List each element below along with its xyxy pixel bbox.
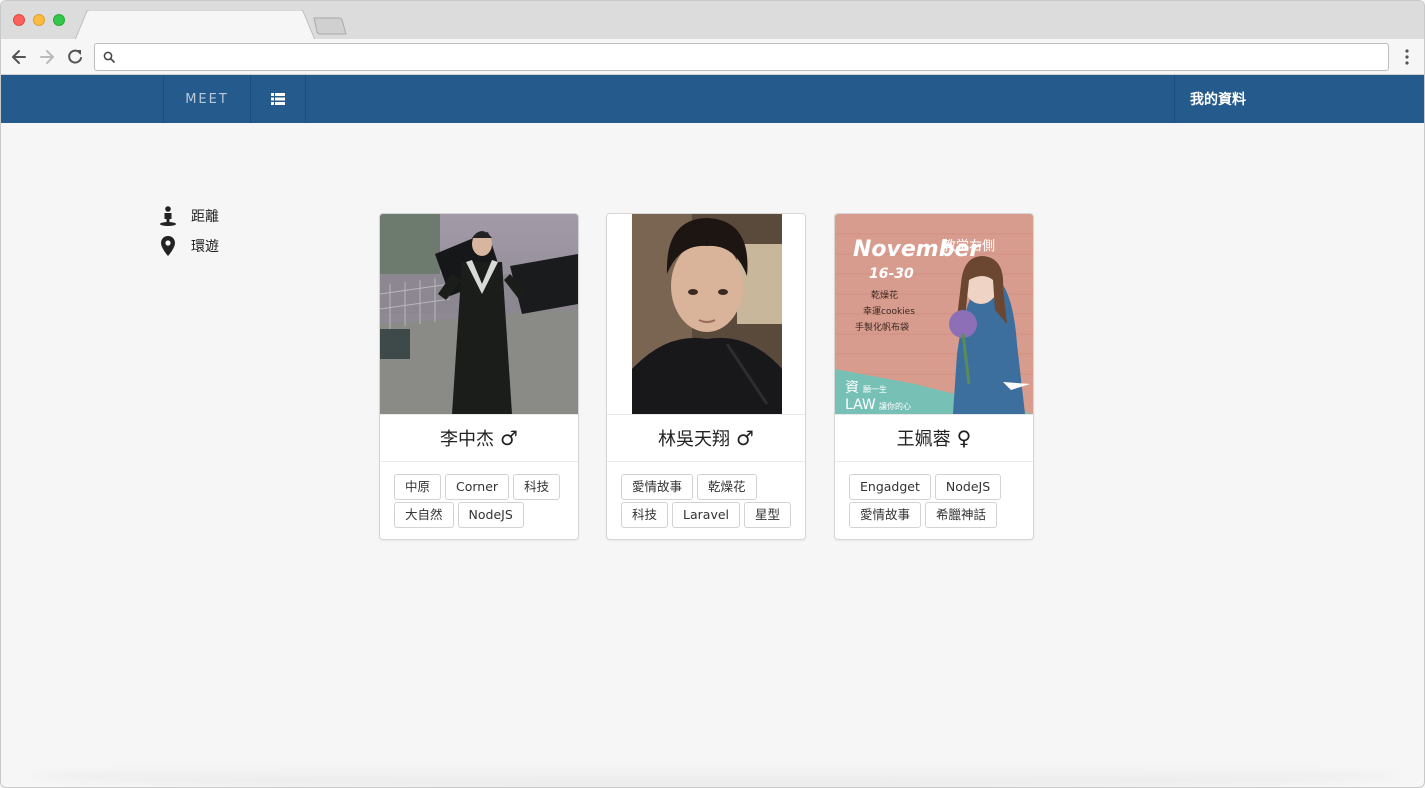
browser-tab[interactable] bbox=[75, 10, 315, 40]
interest-tag[interactable]: 大自然 bbox=[394, 502, 454, 528]
back-button[interactable] bbox=[9, 47, 29, 67]
profile-photo[interactable]: November 16-30 教学右側 乾燥花 幸運cookies 手製化帆布袋… bbox=[835, 214, 1033, 414]
my-profile-label: 我的資料 bbox=[1190, 92, 1246, 108]
person-pin-icon bbox=[159, 206, 177, 226]
interest-tag[interactable]: 科技 bbox=[513, 474, 561, 500]
interest-tags: Engadget NodeJS 愛情故事 希臘神話 bbox=[849, 474, 1025, 530]
address-bar[interactable] bbox=[94, 43, 1389, 71]
kebab-menu-icon bbox=[1405, 49, 1409, 65]
filter-sidebar: 距離 環遊 bbox=[159, 201, 219, 261]
sidebar-item-label: 環遊 bbox=[191, 239, 219, 255]
interest-tag[interactable]: 希臘神話 bbox=[925, 502, 998, 528]
interest-tags: 中原 Corner 科技 大自然 NodeJS bbox=[394, 474, 570, 530]
interest-tag[interactable]: NodeJS bbox=[934, 474, 1002, 500]
sidebar-item-label: 距離 bbox=[191, 209, 219, 225]
list-view-button[interactable] bbox=[251, 75, 306, 123]
back-arrow-icon bbox=[12, 50, 26, 64]
profile-card[interactable]: 林吳天翔 ♂ 愛情故事 乾燥花 科技 Laravel 星型 bbox=[606, 213, 806, 540]
interest-tag[interactable]: 科技 bbox=[621, 502, 669, 528]
profile-name-row: 王姵蓉 ♀ bbox=[835, 414, 1033, 462]
interest-tag[interactable]: 乾燥花 bbox=[697, 474, 757, 500]
interest-tag[interactable]: 星型 bbox=[744, 502, 792, 528]
profile-name-row: 李中杰 ♂ bbox=[380, 414, 578, 462]
poster-line: 幸運cookies bbox=[863, 306, 915, 317]
poster-right: 教学右側 bbox=[943, 238, 995, 254]
sidebar-item-distance[interactable]: 距離 bbox=[159, 201, 219, 231]
interest-tag[interactable]: Laravel bbox=[672, 502, 740, 528]
app-navbar: MEET 我的資料 bbox=[1, 75, 1424, 123]
brand-text: MEET bbox=[185, 91, 229, 107]
interest-tag[interactable]: 愛情故事 bbox=[621, 474, 694, 500]
profile-photo[interactable] bbox=[607, 214, 805, 414]
profile-card[interactable]: November 16-30 教学右側 乾燥花 幸運cookies 手製化帆布袋… bbox=[834, 213, 1034, 540]
forward-arrow-icon bbox=[40, 50, 54, 64]
interest-tag[interactable]: Corner bbox=[445, 474, 510, 500]
reload-button[interactable] bbox=[65, 47, 85, 67]
brand-logo[interactable]: MEET bbox=[163, 75, 251, 123]
reload-icon bbox=[68, 49, 82, 64]
maximize-window-button[interactable] bbox=[53, 14, 65, 26]
profile-name: 林吳天翔 bbox=[658, 429, 731, 450]
profile-name: 王姵蓉 bbox=[896, 429, 951, 450]
interest-tag[interactable]: Engadget bbox=[849, 474, 931, 500]
poster-line: 手製化帆布袋 bbox=[855, 321, 909, 333]
poster-corner: 願一生 bbox=[863, 384, 887, 394]
profile-photo[interactable] bbox=[380, 214, 578, 414]
poster-dates: 16-30 bbox=[869, 266, 914, 282]
sidebar-item-travel[interactable]: 環遊 bbox=[159, 231, 219, 261]
my-profile-link[interactable]: 我的資料 bbox=[1174, 75, 1424, 123]
male-icon: ♂ bbox=[736, 426, 754, 450]
new-tab-button[interactable] bbox=[313, 17, 347, 35]
forward-button[interactable] bbox=[37, 47, 57, 67]
minimize-window-button[interactable] bbox=[33, 14, 45, 26]
male-icon: ♂ bbox=[500, 426, 518, 450]
interest-tag[interactable]: 愛情故事 bbox=[849, 502, 922, 528]
interest-tag[interactable]: NodeJS bbox=[457, 502, 524, 528]
browser-toolbar bbox=[1, 39, 1424, 75]
poster-corner: 讓你的心 bbox=[879, 401, 911, 411]
address-input[interactable] bbox=[121, 47, 1375, 69]
poster-line: 乾燥花 bbox=[871, 289, 898, 301]
poster-corner: LAW bbox=[845, 397, 876, 413]
interest-tag[interactable]: 中原 bbox=[394, 474, 442, 500]
bottom-shadow bbox=[31, 763, 1396, 787]
poster-corner: 資 bbox=[845, 380, 859, 396]
list-icon bbox=[271, 93, 285, 105]
browser-menu-button[interactable] bbox=[1399, 48, 1415, 66]
profile-name-row: 林吳天翔 ♂ bbox=[607, 414, 805, 462]
profile-card[interactable]: 李中杰 ♂ 中原 Corner 科技 大自然 NodeJS bbox=[379, 213, 579, 540]
female-icon: ♀ bbox=[956, 426, 972, 450]
close-window-button[interactable] bbox=[13, 14, 25, 26]
interest-tags: 愛情故事 乾燥花 科技 Laravel 星型 bbox=[621, 474, 797, 530]
map-marker-icon bbox=[159, 236, 177, 256]
tab-strip bbox=[1, 1, 1424, 40]
browser-window: MEET 我的資料 距離 環遊 李中杰 ♂ 中原 Corner 科技 大自然 N… bbox=[0, 0, 1425, 788]
profile-name: 李中杰 bbox=[440, 429, 495, 450]
search-icon bbox=[103, 51, 115, 63]
